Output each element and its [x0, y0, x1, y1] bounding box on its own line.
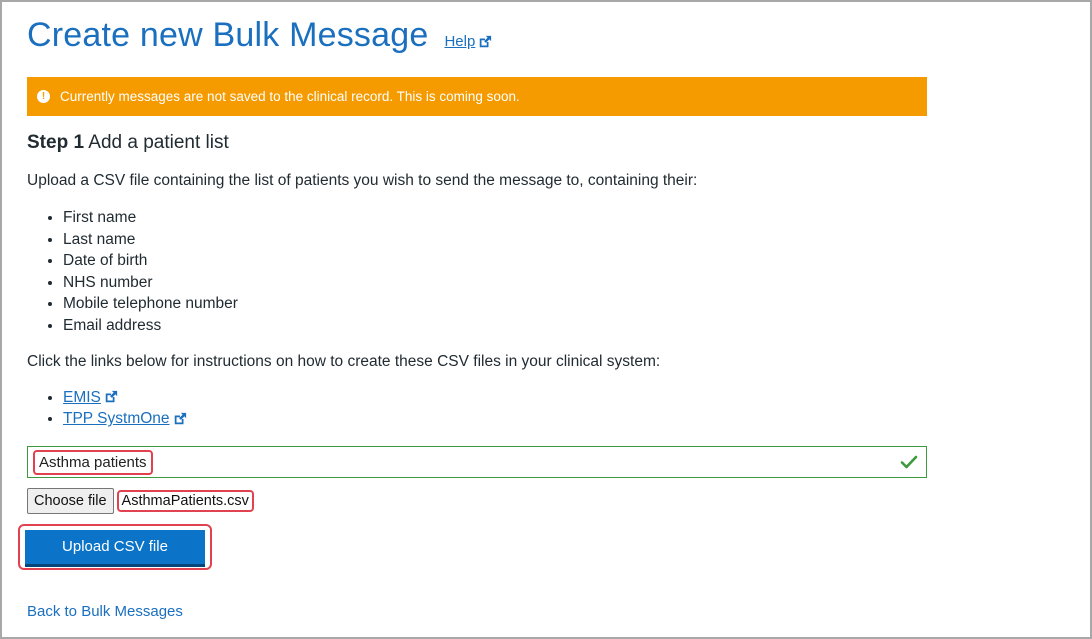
- upload-highlight: Upload CSV file: [18, 523, 212, 570]
- upload-csv-button[interactable]: Upload CSV file: [25, 529, 205, 564]
- intro-text: Upload a CSV file containing the list of…: [27, 172, 698, 189]
- required-fields-list: First name Last name Date of birth NHS n…: [27, 207, 927, 337]
- list-item: Date of birth: [63, 250, 927, 272]
- list-item: Mobile telephone number: [63, 293, 927, 315]
- list-item: Email address: [63, 315, 927, 337]
- file-picker: Choose file AsthmaPatients.csv: [27, 487, 927, 514]
- external-link-icon: [480, 35, 492, 47]
- emis-link-label: EMIS: [63, 388, 101, 406]
- tpp-systmone-link-label: TPP SystmOne: [63, 410, 170, 428]
- tpp-systmone-link[interactable]: TPP SystmOne: [63, 408, 187, 430]
- warning-icon: !: [37, 90, 50, 103]
- list-name-value: Asthma patients: [33, 449, 153, 475]
- system-links-list: EMIS TPP SystmOne: [27, 387, 927, 430]
- step-title: Add a patient list: [88, 132, 229, 153]
- step-heading: Step 1 Add a patient list: [27, 132, 927, 154]
- choose-file-button[interactable]: Choose file: [27, 487, 114, 514]
- list-item: Last name: [63, 229, 927, 251]
- info-alert: ! Currently messages are not saved to th…: [27, 77, 927, 116]
- list-item: NHS number: [63, 272, 927, 294]
- page-frame: Create new Bulk Message Help ! Currently…: [0, 0, 1092, 639]
- help-link[interactable]: Help: [444, 33, 492, 50]
- list-item: First name: [63, 207, 927, 229]
- main-content: Create new Bulk Message Help ! Currently…: [18, 16, 927, 570]
- links-intro-text: Click the links below for instructions o…: [27, 352, 661, 370]
- back-to-bulk-messages-link[interactable]: Back to Bulk Messages: [27, 603, 183, 620]
- external-link-icon: [174, 412, 186, 425]
- title-row: Create new Bulk Message Help: [27, 16, 927, 55]
- alert-text: Currently messages are not saved to the …: [60, 89, 520, 104]
- external-link-icon: [105, 391, 118, 403]
- page-title: Create new Bulk Message: [27, 16, 429, 54]
- help-link-label: Help: [444, 33, 476, 50]
- emis-link[interactable]: EMIS: [63, 387, 118, 409]
- selected-file-name: AsthmaPatients.csv: [116, 489, 254, 512]
- list-item: EMIS: [63, 387, 927, 409]
- check-icon: [900, 455, 918, 469]
- step-number: Step 1: [27, 132, 85, 153]
- list-item: TPP SystmOne: [63, 408, 927, 430]
- list-name-input[interactable]: Asthma patients: [27, 445, 927, 478]
